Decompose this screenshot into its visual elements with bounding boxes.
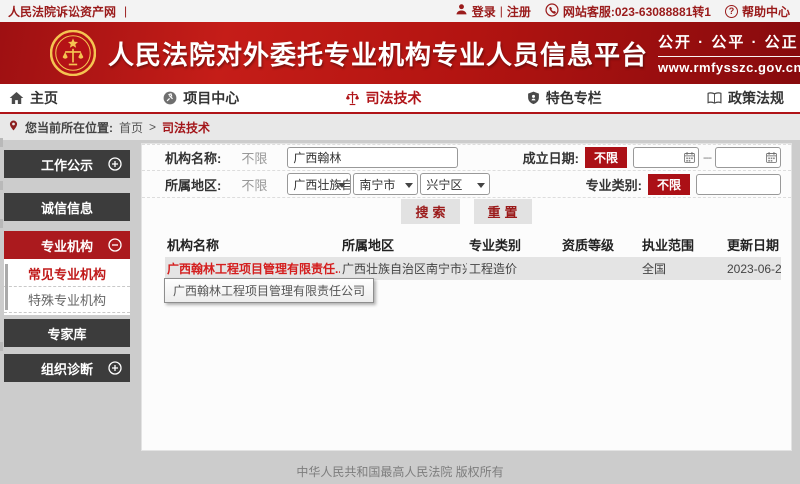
org-name-unlimited: 不限 xyxy=(241,148,287,167)
form-row-region-category: 所属地区: 不限 广西壮族自治 南宁市 兴宁区 专业类别: 不限 xyxy=(142,171,791,198)
founded-end-date-input[interactable] xyxy=(715,147,781,168)
nav-item-featured-column[interactable]: 特色专栏 xyxy=(526,88,602,108)
scales-icon xyxy=(344,90,361,107)
col-header-scope: 执业范围 xyxy=(640,235,725,254)
cell-scope: 全国 xyxy=(640,260,725,277)
search-button[interactable]: 搜索 xyxy=(401,199,459,224)
book-icon xyxy=(706,90,723,106)
project-center-icon xyxy=(162,90,178,106)
register-link[interactable]: 注册 xyxy=(507,3,531,20)
org-name-input[interactable] xyxy=(287,147,458,168)
submenu-scrollbar[interactable] xyxy=(5,264,8,310)
province-select[interactable]: 广西壮族自治 xyxy=(287,173,351,195)
sidebar-tick xyxy=(0,219,3,228)
sidebar-tick xyxy=(0,181,3,190)
main-nav: 主页 项目中心 司法技术 特色专栏 政策法规 xyxy=(0,84,800,114)
cell-region: 广西壮族自治区南宁市兴宁区 xyxy=(340,260,467,277)
col-header-category: 专业类别 xyxy=(467,235,560,254)
founded-start-date-input[interactable] xyxy=(633,147,699,168)
reset-button[interactable]: 重置 xyxy=(474,199,532,224)
category-unlimited-button[interactable]: 不限 xyxy=(648,174,690,195)
top-utility-bar: 人民法院诉讼资产网 | 登录 | 注册 网站客服:023-63088881转1 … xyxy=(0,0,800,22)
footer: 中华人民共和国最高人民法院 版权所有 xyxy=(0,456,800,484)
sidebar-item-expert-library[interactable]: 专家库 xyxy=(4,319,130,347)
founded-date-label: 成立日期: xyxy=(523,148,579,167)
expand-plus-icon xyxy=(108,157,122,174)
sidebar-subitem-special-institutions[interactable]: 特殊专业机构 xyxy=(4,287,130,313)
help-center-link[interactable]: 帮助中心 xyxy=(742,3,790,20)
sidebar: 工作公示 诚信信息 专业机构 常见专业机构 特殊专业机构 专家 xyxy=(0,150,130,382)
hotline-text: 网站客服:023-63088881转1 xyxy=(563,3,711,20)
district-select[interactable]: 兴宁区 xyxy=(420,173,490,195)
table-row: 广西翰林工程项目管理有限责任... 广西壮族自治区南宁市兴宁区 工程造价 全国 … xyxy=(165,257,781,280)
main-content: 工作公示 诚信信息 专业机构 常见专业机构 特殊专业机构 专家 xyxy=(0,140,800,456)
topbar-divider: | xyxy=(124,4,127,18)
sidebar-tick xyxy=(0,342,3,351)
home-icon xyxy=(8,90,25,106)
breadcrumb-prefix: 您当前所在位置: xyxy=(25,119,113,136)
sidebar-item-professional-institutions[interactable]: 专业机构 xyxy=(4,231,130,259)
help-icon: ? xyxy=(725,5,738,18)
expand-plus-icon xyxy=(108,361,122,378)
sidebar-item-work-publicity[interactable]: 工作公示 xyxy=(4,150,130,178)
breadcrumb-current: 司法技术 xyxy=(162,119,210,136)
site-banner: 人民法院对外委托专业机构专业人员信息平台 公开 · 公平 · 公正 www.rm… xyxy=(0,22,800,84)
col-header-updated: 更新日期 xyxy=(725,235,781,254)
breadcrumb-separator: > xyxy=(149,120,156,134)
cell-category: 工程造价 xyxy=(467,260,560,277)
col-header-grade: 资质等级 xyxy=(560,235,640,254)
results-table: 机构名称 所属地区 专业类别 资质等级 执业范围 更新日期 广西翰林工程项目管理… xyxy=(142,225,791,280)
category-input[interactable] xyxy=(696,174,781,195)
table-header-row: 机构名称 所属地区 专业类别 资质等级 执业范围 更新日期 xyxy=(165,231,781,257)
chevron-down-icon xyxy=(477,183,485,188)
category-label: 专业类别: xyxy=(586,175,642,194)
breadcrumb: 您当前所在位置: 首页 > 司法技术 xyxy=(0,114,800,140)
col-header-region: 所属地区 xyxy=(340,235,467,254)
date-range-separator: --- xyxy=(703,152,711,164)
region-unlimited: 不限 xyxy=(241,175,287,194)
region-label: 所属地区: xyxy=(165,175,221,194)
asset-site-link[interactable]: 人民法院诉讼资产网 xyxy=(8,3,116,20)
site-slogan: 公开 · 公平 · 公正 xyxy=(658,31,800,57)
form-row-name-date: 机构名称: 不限 成立日期: 不限 --- xyxy=(142,144,791,171)
user-icon xyxy=(455,3,468,19)
org-name-link[interactable]: 广西翰林工程项目管理有限责任... xyxy=(165,260,340,277)
chevron-down-icon xyxy=(338,183,346,188)
sidebar-submenu: 常见专业机构 特殊专业机构 xyxy=(4,259,130,315)
chevron-down-icon xyxy=(405,183,413,188)
sidebar-tick xyxy=(0,138,3,147)
court-emblem-icon xyxy=(50,30,96,76)
nav-item-judicial-tech[interactable]: 司法技术 xyxy=(344,88,422,108)
calendar-icon xyxy=(765,151,778,164)
nav-item-policies[interactable]: 政策法规 xyxy=(706,88,784,108)
sidebar-item-org-diagnosis[interactable]: 组织诊断 xyxy=(4,354,130,382)
nav-item-home[interactable]: 主页 xyxy=(8,88,58,108)
breadcrumb-home-link[interactable]: 首页 xyxy=(119,119,143,136)
founded-unlimited-button[interactable]: 不限 xyxy=(585,147,627,168)
nav-item-project-center[interactable]: 项目中心 xyxy=(162,88,239,108)
form-actions: 搜索 重置 xyxy=(142,198,791,225)
col-header-org-name: 机构名称 xyxy=(165,235,340,254)
calendar-icon xyxy=(683,151,696,164)
search-panel: 机构名称: 不限 成立日期: 不限 --- 所属地区: 不限 广西壮族自治 xyxy=(141,143,792,451)
location-pin-icon xyxy=(8,119,19,135)
org-name-tooltip: 广西翰林工程项目管理有限责任公司 xyxy=(164,278,374,303)
login-link[interactable]: 登录 xyxy=(472,3,496,20)
collapse-minus-icon xyxy=(108,238,122,255)
shield-icon xyxy=(526,90,541,106)
cell-updated: 2023-06-21 xyxy=(725,262,781,276)
site-url: www.rmfysszc.gov.cn xyxy=(658,60,800,75)
site-title: 人民法院对外委托专业机构专业人员信息平台 xyxy=(108,35,648,72)
copyright-text: 中华人民共和国最高人民法院 版权所有 xyxy=(296,463,503,480)
phone-icon xyxy=(545,3,559,20)
org-name-label: 机构名称: xyxy=(165,148,221,167)
login-register-separator: | xyxy=(500,4,503,18)
city-select[interactable]: 南宁市 xyxy=(353,173,418,195)
sidebar-item-integrity-info[interactable]: 诚信信息 xyxy=(4,193,130,221)
sidebar-subitem-common-institutions[interactable]: 常见专业机构 xyxy=(4,261,130,287)
